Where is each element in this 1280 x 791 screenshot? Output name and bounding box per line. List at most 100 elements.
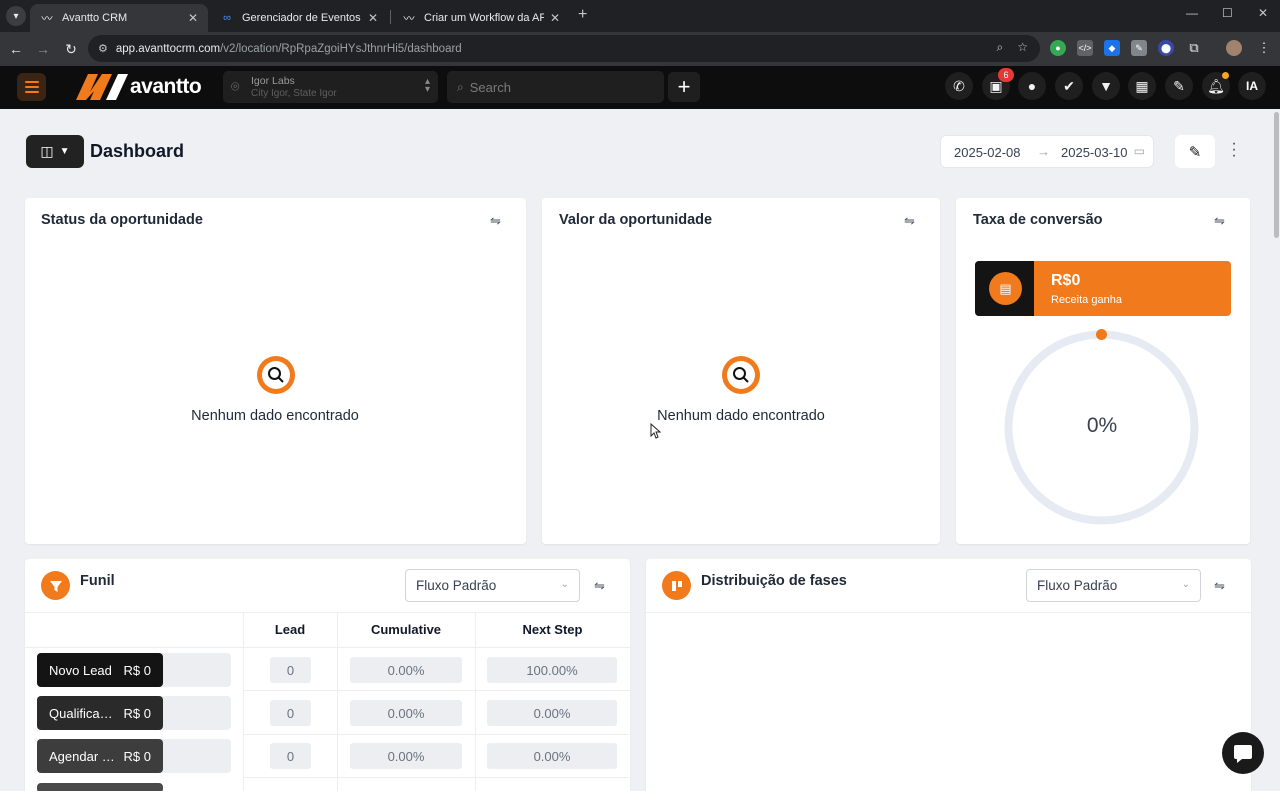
next-step-cell: 0.00%: [487, 700, 617, 726]
calendar-icon: ▭: [1133, 144, 1145, 158]
date-start[interactable]: 2025-02-08: [954, 145, 1021, 160]
chevron-down-icon: ▼: [59, 146, 70, 157]
extensions-puzzle-icon[interactable]: ⧉: [1186, 40, 1202, 56]
forward-icon[interactable]: →: [33, 39, 53, 59]
next-step-cell: 0.00%: [487, 743, 617, 769]
edit-dashboard-button[interactable]: ✎: [1175, 135, 1215, 168]
close-tab-icon[interactable]: ✕: [368, 11, 378, 25]
search-box[interactable]: ⌕: [447, 71, 664, 103]
extension-edit-icon[interactable]: ✎: [1131, 40, 1147, 56]
notification-badge: 6: [998, 68, 1014, 82]
site-info-icon[interactable]: ⚙: [98, 42, 108, 55]
location-pin-icon: ⌾: [231, 78, 240, 94]
date-end[interactable]: 2025-03-10: [1061, 145, 1128, 160]
avantto-logo-mark-icon: [76, 74, 128, 100]
browser-tabstrip: ▾ 〰 Avantto CRM ✕ ∞ Gerenciador de Event…: [0, 0, 1280, 32]
stage-name: Novo Lead: [49, 662, 112, 678]
avantto-logo[interactable]: avantto: [76, 73, 202, 101]
avantto-favicon-icon: 〰: [41, 13, 53, 25]
layout-grid-icon: ◫: [40, 143, 54, 159]
extension-tag-icon[interactable]: ◆: [1104, 40, 1120, 56]
stage-name: Agendar reunião: [49, 748, 117, 764]
more-options-icon[interactable]: · · ·: [1228, 136, 1240, 164]
stage-pill[interactable]: Agendar reunião R$ 0: [37, 739, 163, 773]
stage-pill[interactable]: Novo Lead R$ 0: [37, 653, 163, 687]
gauge-marker: [1096, 329, 1107, 340]
stage-pill[interactable]: Qualificação R$ 0: [37, 696, 163, 730]
select-value: Fluxo Padrão: [416, 578, 497, 593]
extension-green-icon[interactable]: ●: [1050, 40, 1066, 56]
back-icon[interactable]: ←: [6, 39, 26, 59]
new-tab-icon[interactable]: +: [578, 6, 587, 24]
card-title: Valor da oportunidade: [559, 212, 713, 228]
revenue-icon: ▤: [989, 272, 1022, 305]
tab-criar-workflow[interactable]: 〰 Criar um Workflow da API de C ✕: [392, 4, 570, 32]
chat-button[interactable]: [1222, 732, 1264, 774]
select-value: Fluxo Padrão: [1037, 578, 1118, 593]
app-header: avantto ⌾ Igor Labs City Igor, State Igo…: [0, 66, 1280, 109]
stage-pill[interactable]: [37, 783, 163, 791]
column-header-cumulative: Cumulative: [370, 622, 442, 637]
contacts-icon[interactable]: ●: [1018, 72, 1046, 100]
empty-search-icon: [722, 356, 760, 394]
divider: [243, 612, 244, 791]
chevron-down-icon: ⌄: [560, 579, 569, 590]
column-header-next-step: Next Step: [522, 622, 583, 637]
lead-cell: 0: [270, 743, 311, 769]
filter-sliders-icon[interactable]: ⇋: [1214, 578, 1225, 594]
location-switcher[interactable]: ⌾ Igor Labs City Igor, State Igor ▴ ▾: [223, 71, 438, 103]
meta-favicon-icon: ∞: [223, 12, 231, 24]
profile-avatar-icon[interactable]: [1226, 40, 1242, 56]
divider: [646, 612, 1251, 613]
cumulative-cell: 0.00%: [350, 657, 462, 683]
phone-icon[interactable]: ✆: [945, 72, 973, 100]
logo-text: avantto: [130, 75, 202, 98]
tab-search-icon[interactable]: ▾: [6, 6, 26, 26]
close-tab-icon[interactable]: ✕: [188, 11, 198, 25]
location-name: Igor Labs: [251, 75, 295, 87]
divider: [475, 612, 476, 791]
menu-icon[interactable]: [17, 73, 46, 101]
conversion-value: 0%: [1086, 414, 1118, 437]
calendar-icon[interactable]: ▦: [1128, 72, 1156, 100]
maximize-icon[interactable]: ☐: [1222, 6, 1233, 20]
funnel-card-icon: [41, 571, 70, 600]
extension-code-icon[interactable]: </>: [1077, 40, 1093, 56]
address-bar[interactable]: ⚙ app.avanttocrm.com/v2/location/RpRpaZg…: [88, 35, 1040, 62]
distribuicao-pipeline-select[interactable]: Fluxo Padrão ⌄: [1026, 569, 1201, 602]
tab-avantto-crm[interactable]: 〰 Avantto CRM ✕: [30, 4, 208, 32]
tasks-check-icon[interactable]: ✔: [1055, 72, 1083, 100]
kanban-icon: [662, 571, 691, 600]
next-step-cell: 100.00%: [487, 657, 617, 683]
filter-sliders-icon[interactable]: ⇋: [490, 213, 501, 229]
close-window-icon[interactable]: ✕: [1258, 6, 1268, 20]
cumulative-cell: 0.00%: [350, 743, 462, 769]
user-avatar[interactable]: IA: [1238, 72, 1266, 100]
browser-menu-icon[interactable]: ⋮: [1256, 40, 1272, 56]
filter-sliders-icon[interactable]: ⇋: [594, 578, 605, 594]
empty-state-text: Nenhum dado encontrado: [657, 408, 825, 424]
empty-search-icon: [257, 356, 295, 394]
reload-icon[interactable]: ↻: [61, 39, 81, 59]
date-range-picker[interactable]: 2025-02-08 → 2025-03-10 ▭: [940, 135, 1154, 168]
dashboard-switcher-button[interactable]: ◫ ▼: [26, 135, 84, 168]
minimize-icon[interactable]: —: [1186, 6, 1198, 20]
stage-value: R$ 0: [123, 748, 151, 764]
filter-sliders-icon[interactable]: ⇋: [904, 213, 915, 229]
scrollbar-thumb[interactable]: [1274, 112, 1279, 238]
close-tab-icon[interactable]: ✕: [550, 11, 560, 25]
bookmark-star-icon[interactable]: ☆: [1017, 40, 1028, 55]
tab-gerenciador-eventos[interactable]: ∞ Gerenciador de Eventos ✕: [210, 4, 388, 32]
funil-pipeline-select[interactable]: Fluxo Padrão ⌄: [405, 569, 580, 602]
filter-sliders-icon[interactable]: ⇋: [1214, 213, 1225, 229]
extension-shield-icon[interactable]: ⬤: [1158, 40, 1174, 56]
settings-wrench-icon[interactable]: ✎: [1165, 72, 1193, 100]
pencil-icon: ✎: [1188, 143, 1202, 161]
column-header-lead: Lead: [274, 622, 306, 637]
zoom-icon[interactable]: ⌕: [997, 40, 1004, 55]
funnel-icon[interactable]: ▼: [1092, 72, 1120, 100]
divider: [337, 612, 338, 791]
add-button[interactable]: +: [668, 72, 700, 102]
search-input[interactable]: [469, 79, 650, 95]
stage-value: R$ 0: [123, 705, 151, 721]
